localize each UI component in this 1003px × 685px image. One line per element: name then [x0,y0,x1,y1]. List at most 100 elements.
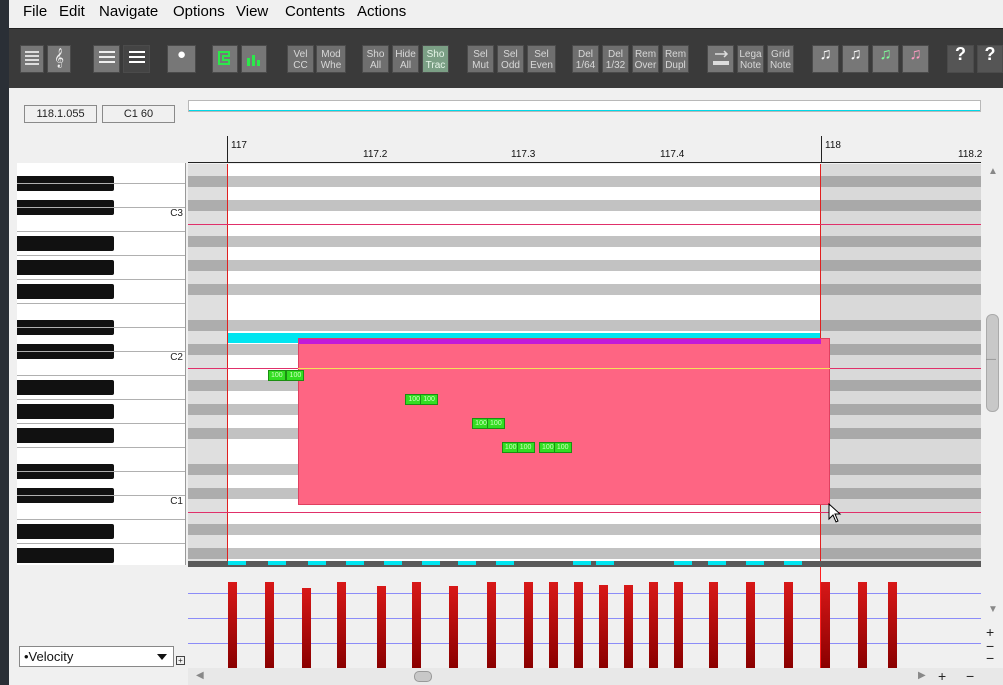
velocity-bar[interactable] [487,582,496,668]
select-odd-button[interactable]: Sel Odd [497,45,524,73]
menu-contents[interactable]: Contents [285,3,345,20]
black-key[interactable] [17,548,114,563]
velocity-bar[interactable] [746,582,755,668]
velocity-bar[interactable] [649,582,658,668]
white-key-divider [17,231,185,232]
mod-wheel-button[interactable]: Mod Whe [316,45,346,73]
velocity-bar[interactable] [709,582,718,668]
menu-options[interactable]: Options [173,3,225,20]
velocity-bar[interactable] [858,582,867,668]
velocity-bar[interactable] [574,582,583,668]
velocity-bar[interactable] [265,582,274,668]
menu-navigate[interactable]: Navigate [99,3,158,20]
horizontal-scroll-thumb[interactable] [414,671,432,682]
midi-editor-window: File Edit Navigate Options View Contents… [0,0,1003,685]
zoom-handle-icon[interactable]: — [986,354,996,365]
midi-note[interactable]: 100 [420,394,439,405]
velocity-bar[interactable] [599,585,608,668]
black-key[interactable] [17,236,114,251]
notation-view-icon[interactable]: 𝄞 [47,45,71,73]
white-key-divider [17,351,185,352]
add-lane-icon[interactable]: + [176,656,185,665]
menu-file[interactable]: File [23,3,47,20]
transpose-up-icon[interactable]: ♫ [872,45,899,73]
select-even-button[interactable]: Sel Even [527,45,556,73]
vel-cc-button[interactable]: Vel CC [287,45,314,73]
piano-keyboard[interactable]: C3 C2 C1 [17,163,186,565]
h-zoom-in-icon[interactable]: + [938,668,946,684]
piano-roll-view-icon[interactable] [20,45,44,73]
black-key[interactable] [17,404,114,419]
zoom-out-more-icon[interactable]: − [986,650,994,666]
remove-duplicates-button[interactable]: Rem Dupl [662,45,689,73]
fixed-length-icon[interactable] [707,45,734,73]
help-icon[interactable]: ? [977,45,1003,73]
drum-map-icon[interactable]: ● [167,45,196,73]
timeline-ruler[interactable]: 117 118 117.2 117.3 117.4 118.2 [188,136,982,163]
midi-note[interactable]: 100 [286,370,305,381]
midi-note[interactable]: 100 [553,442,572,453]
black-key[interactable] [17,260,114,275]
vertical-scrollbar[interactable]: ▲ — ▼ + − − [984,164,1001,666]
midi-note[interactable]: 100 [486,418,505,429]
velocity-bar[interactable] [821,582,830,668]
scroll-left-icon[interactable]: ◀ [196,670,204,681]
note-grid[interactable]: 100 100 100 100 100 100 100 100 100 100 [188,164,981,561]
transpose-down-icon[interactable]: ♫ [902,45,929,73]
grid-note-button[interactable]: Grid Note [767,45,794,73]
velocity-lane[interactable] [188,567,981,668]
marquee-selection[interactable] [298,338,830,505]
h-zoom-out-icon[interactable]: − [966,668,974,684]
help-color-icon[interactable]: ? [947,45,974,73]
velocity-bar[interactable] [377,586,386,668]
hide-all-button[interactable]: Hide All [392,45,419,73]
scroll-down-icon[interactable]: ▼ [988,604,998,615]
velocity-bar[interactable] [228,582,237,668]
show-all-button[interactable]: Sho All [362,45,389,73]
bar-tick [227,136,228,163]
white-key-divider [17,423,185,424]
horizontal-scrollbar[interactable]: ◀ ▶ + − [188,668,1003,685]
black-key[interactable] [17,380,114,395]
select-muted-button[interactable]: Sel Mut [467,45,494,73]
velocity-bar[interactable] [674,582,683,668]
velocity-bar[interactable] [549,582,558,668]
show-track-button[interactable]: Sho Trac [422,45,449,73]
remove-overlap-button[interactable]: Rem Over [632,45,659,73]
legato-note-button[interactable]: Lega Note [737,45,764,73]
velocity-graph-icon[interactable] [241,45,267,73]
bar-label-117: 117 [231,140,247,151]
transpose-down-octave-icon[interactable]: ♫ [812,45,839,73]
transpose-up-octave-icon[interactable]: ♫ [842,45,869,73]
white-key-divider [17,183,185,184]
velocity-bar[interactable] [624,585,633,668]
black-key[interactable] [17,524,114,539]
menu-actions[interactable]: Actions [357,3,406,20]
velocity-bar[interactable] [337,582,346,668]
white-key-divider [17,327,185,328]
delete-32nd-button[interactable]: Del 1/32 [602,45,629,73]
left-window-edge [0,0,9,685]
menu-view[interactable]: View [236,3,268,20]
snap-left-icon[interactable] [212,45,238,73]
black-key[interactable] [17,284,114,299]
scroll-right-icon[interactable]: ▶ [918,670,926,681]
scroll-up-icon[interactable]: ▲ [988,166,998,177]
black-key[interactable] [17,428,114,443]
midi-note[interactable]: 100 [516,442,535,453]
menu-edit[interactable]: Edit [59,3,85,20]
velocity-bar[interactable] [784,582,793,668]
named-notes-icon[interactable] [93,45,120,73]
note-strip-mark [708,561,726,565]
velocity-bar[interactable] [412,582,421,668]
keyboard-view-icon[interactable] [123,45,150,73]
velocity-bar[interactable] [524,582,533,668]
velocity-bar[interactable] [449,586,458,668]
midi-note[interactable]: 100 [267,370,286,381]
arrange-overview-strip[interactable] [188,100,981,112]
velocity-bar[interactable] [302,588,311,668]
lane-type-select[interactable]: •Velocity [19,646,174,667]
velocity-bar[interactable] [888,582,897,668]
note-strip-mark [674,561,692,565]
delete-64th-button[interactable]: Del 1/64 [572,45,599,73]
